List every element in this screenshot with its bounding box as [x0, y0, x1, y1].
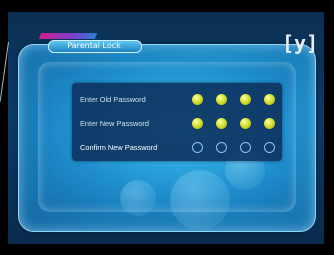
filled-digit-dot-icon [216, 94, 227, 105]
password-panel: Enter Old Password Enter New Password Co… [72, 83, 282, 161]
filled-digit-dot-icon [264, 118, 275, 129]
decor-bubble [120, 180, 156, 216]
empty-digit-dot-icon [216, 142, 227, 153]
filled-digit-dot-icon [192, 118, 203, 129]
new-password-row[interactable]: Enter New Password [72, 116, 282, 132]
channel-logo-icon: [y] [282, 31, 319, 55]
filled-digit-dot-icon [216, 118, 227, 129]
filled-digit-dot-icon [264, 94, 275, 105]
empty-digit-dot-icon [192, 142, 203, 153]
confirm-password-row[interactable]: Confirm New Password [72, 140, 282, 156]
decor-bubble [170, 170, 230, 230]
confirm-password-dots[interactable] [192, 141, 276, 155]
old-password-label: Enter Old Password [80, 95, 146, 104]
empty-digit-dot-icon [264, 142, 275, 153]
new-password-dots[interactable] [192, 117, 276, 131]
filled-digit-dot-icon [192, 94, 203, 105]
new-password-label: Enter New Password [80, 119, 150, 128]
page-title: Parental Lock [67, 41, 121, 50]
confirm-password-label: Confirm New Password [80, 143, 158, 152]
old-password-row[interactable]: Enter Old Password [72, 92, 282, 108]
empty-digit-dot-icon [240, 142, 251, 153]
old-password-dots[interactable] [192, 93, 276, 107]
filled-digit-dot-icon [240, 94, 251, 105]
filled-digit-dot-icon [240, 118, 251, 129]
